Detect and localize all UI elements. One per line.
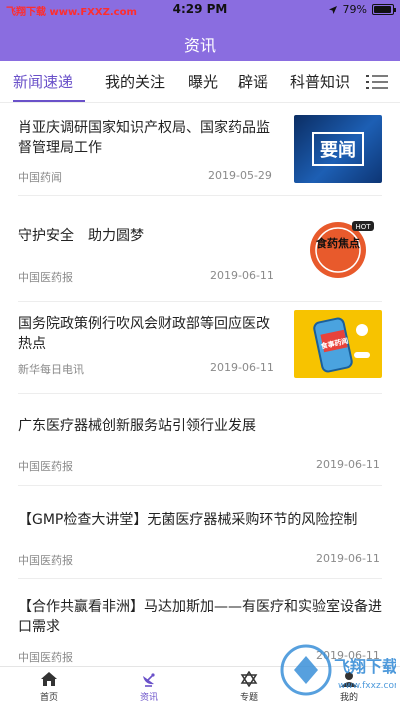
news-source: 中国医药报 [18,554,73,567]
status-bar: 飞翔下载 www.FXXZ.com 4:29 PM 79% [0,0,400,20]
news-date: 2019-05-29 [208,169,272,182]
home-icon [41,672,57,686]
news-date: 2019-06-11 [210,361,274,374]
satellite-dish-icon [143,673,155,687]
thumbnail-text: 食药焦点 [316,236,360,250]
app-screen: 飞翔下载 www.FXXZ.com 4:29 PM 79% 资讯 新闻速递 我的… [0,0,400,711]
list-menu-icon[interactable] [366,74,388,90]
battery-icon [372,4,396,15]
location-arrow-icon [328,5,337,14]
news-thumbnail: 食事药闻 [294,310,382,378]
tab-science[interactable]: 科普知识 [290,71,350,92]
bottom-tab-label: 首页 [39,693,58,703]
news-date: 2019-06-11 [316,458,380,471]
watermark-logo-art: 飞翔下载 www.fxxz.com [280,644,400,696]
news-source: 中国医药报 [18,271,73,284]
category-tabs: 新闻速递 我的关注 曝光 辟谣 科普知识 [0,61,400,103]
news-source: 新华每日电讯 [18,363,84,376]
news-thumbnail: HOT 食药焦点 [294,214,382,282]
news-illustration: 食事药闻 [313,317,370,373]
tab-news-express[interactable]: 新闻速递 [13,71,73,92]
news-title: 肖亚庆调研国家知识产权局、国家药品监督管理局工作 [18,120,270,156]
news-item[interactable]: 国务院政策例行吹风会财政部等回应医改热点 新华每日电讯 2019-06-11 食… [0,302,400,394]
news-item[interactable]: 【GMP检查大讲堂】无菌医疗器械采购环节的风险控制 中国医药报 2019-06-… [0,486,400,579]
news-thumbnail: 要闻 [294,115,382,183]
bottom-tab-news[interactable]: 资讯 [119,671,179,703]
active-tab-indicator [13,100,85,102]
news-title: 【合作共赢看非洲】马达加斯加——有医疗和实验室设备进口需求 [18,599,382,635]
battery-percent: 79% [342,3,367,16]
star-of-david-icon [240,671,258,687]
status-right: 79% [328,3,396,16]
news-item[interactable]: 肖亚庆调研国家知识产权局、国家药品监督管理局工作 中国药闻 2019-05-29… [0,103,400,196]
news-source: 中国药闻 [18,171,62,184]
watermark-brand: 飞翔下载 [334,657,396,676]
news-title: 国务院政策例行吹风会财政部等回应医改热点 [18,316,270,352]
hot-badge: HOT [355,223,371,231]
page-title: 资讯 [183,36,216,55]
news-date: 2019-06-11 [316,552,380,565]
tab-my-follow[interactable]: 我的关注 [105,71,165,92]
watermark-url: www.fxxz.com [338,681,396,691]
watermark-logo: 飞翔下载 www.fxxz.com [276,640,400,706]
news-item[interactable]: 广东医疗器械创新服务站引领行业发展 中国医药报 2019-06-11 [0,394,400,486]
news-source: 中国医药报 [18,460,73,473]
news-date: 2019-06-11 [210,269,274,282]
tab-exposure[interactable]: 曝光 [188,71,218,92]
bottom-tab-label: 专题 [239,693,258,703]
news-title: 守护安全 助力圆梦 [18,228,144,244]
bottom-tab-label: 资讯 [139,693,158,703]
tab-rumor-refute[interactable]: 辟谣 [238,71,268,92]
bottom-tab-home[interactable]: 首页 [19,671,79,703]
bottom-tab-topics[interactable]: 专题 [219,671,279,703]
news-title: 广东医疗器械创新服务站引领行业发展 [18,418,256,434]
news-source: 中国医药报 [18,651,73,664]
thumbnail-text: 要闻 [312,132,364,166]
food-drug-focus-badge: HOT 食药焦点 [310,221,374,278]
news-list: 肖亚庆调研国家知识产权局、国家药品监督管理局工作 中国药闻 2019-05-29… [0,103,400,666]
news-title: 【GMP检查大讲堂】无菌医疗器械采购环节的风险控制 [18,512,358,528]
header: 飞翔下载 www.FXXZ.com 4:29 PM 79% 资讯 [0,0,400,61]
news-item[interactable]: 守护安全 助力圆梦 中国医药报 2019-06-11 HOT 食药焦点 [0,196,400,302]
